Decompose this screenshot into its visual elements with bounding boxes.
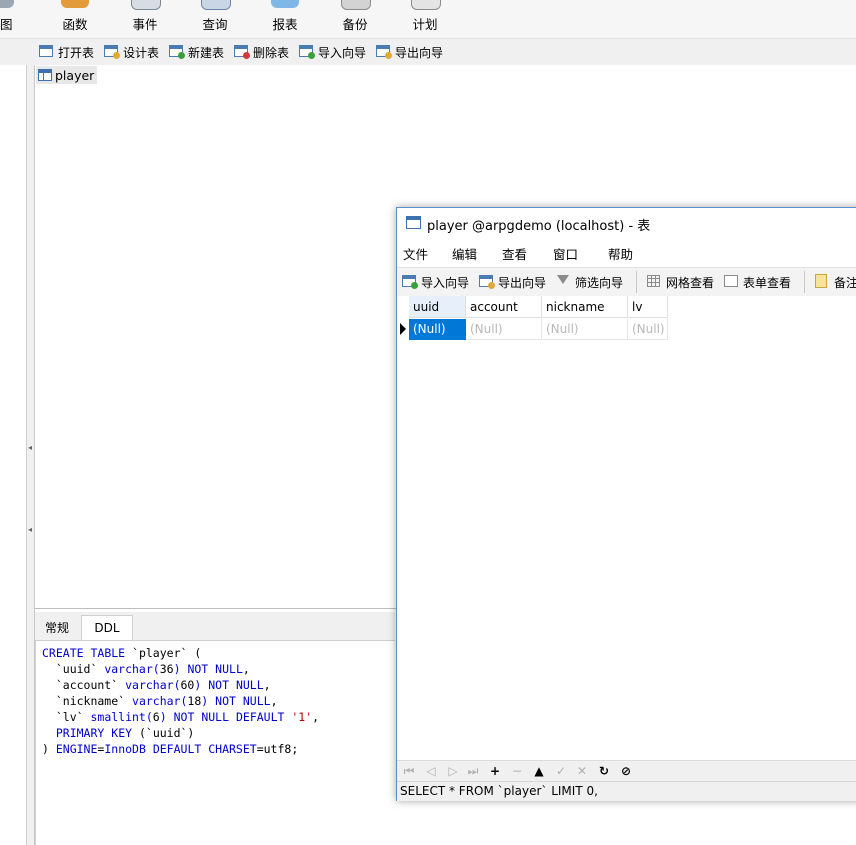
menu-help[interactable]: 帮助 — [608, 244, 633, 263]
event-icon — [131, 0, 161, 10]
apply-changes-icon[interactable]: ✓ — [553, 763, 569, 779]
toolbar-function-button[interactable]: 函数 — [43, 0, 107, 38]
toolbar-report-button[interactable]: 报表 — [253, 0, 317, 38]
current-row-indicator — [400, 323, 406, 335]
cell-nickname[interactable]: (Null) — [542, 319, 628, 340]
menu-bar: 文件 编辑 查看 窗口 帮助 — [397, 238, 856, 266]
table-window[interactable]: player @arpgdemo (localhost) - 表 文件 编辑 查… — [396, 207, 856, 801]
pane-splitter[interactable]: ◂ ◂ — [27, 65, 35, 845]
toolbar-view-button[interactable]: 视图 — [0, 0, 32, 38]
menu-view[interactable]: 查看 — [502, 244, 527, 263]
column-header-nickname[interactable]: nickname — [542, 296, 628, 318]
query-icon — [201, 0, 231, 10]
table-toolbar: 导入向导 导出向导 筛选向导 网格查看 表单查看 备注 — [397, 267, 856, 297]
main-toolbar: 视图 函数 事件 查询 报表 备份 计划 — [0, 0, 856, 38]
design-table-icon — [104, 45, 120, 59]
schedule-icon — [411, 0, 441, 10]
export-icon — [479, 275, 495, 289]
ddl-code: CREATE TABLE `player` ( `uuid` varchar(3… — [42, 646, 320, 756]
toolbar-separator — [804, 271, 805, 293]
open-table-icon — [39, 45, 53, 57]
form-icon — [724, 275, 738, 287]
tab-general[interactable]: 常规 — [37, 616, 77, 640]
grid-icon — [647, 275, 660, 287]
last-record-icon[interactable]: ⏭ — [465, 763, 481, 779]
refresh-icon[interactable]: ↻ — [596, 763, 612, 779]
table-item-player[interactable]: player player — [36, 66, 98, 84]
toolbar-event-button[interactable]: 事件 — [113, 0, 177, 38]
new-table-icon — [169, 45, 185, 59]
object-toolbar: 打开表 设计表 新建表 删除表 导入向导 导出向导 — [0, 38, 856, 66]
import-icon — [299, 45, 315, 59]
previous-record-icon[interactable]: ◁ — [423, 763, 439, 779]
function-icon — [61, 0, 89, 8]
toolbar-backup-button[interactable]: 备份 — [323, 0, 387, 38]
column-header-uuid[interactable]: uuid — [409, 296, 466, 318]
delete-record-icon[interactable]: − — [509, 763, 525, 779]
export-icon — [376, 45, 392, 59]
memo-icon — [815, 274, 827, 288]
collapse-right-icon[interactable]: ◂ — [28, 525, 32, 535]
cell-account[interactable]: (Null) — [466, 319, 542, 340]
first-record-icon[interactable]: ⏮ — [401, 763, 417, 779]
table-icon — [38, 69, 52, 81]
collapse-left-icon[interactable]: ◂ — [28, 443, 32, 453]
cell-uuid[interactable]: (Null) — [409, 319, 466, 340]
add-record-icon[interactable]: + — [487, 763, 503, 779]
record-navigation-bar: ⏮ ◁ ▷ ⏭ + − ▲ ✓ ✕ ↻ ⊘ — [397, 760, 856, 781]
menu-edit[interactable]: 编辑 — [452, 244, 477, 263]
toolbar-separator — [636, 271, 637, 293]
column-header-account[interactable]: account — [466, 296, 542, 318]
filter-icon — [557, 275, 569, 284]
toolbar-schedule-button[interactable]: 计划 — [393, 0, 457, 38]
column-header-lv[interactable]: lv — [628, 296, 668, 318]
info-tabs: 常规 DDL — [35, 612, 395, 641]
status-bar: SELECT * FROM `player` LIMIT 0, — [397, 781, 856, 801]
move-up-icon[interactable]: ▲ — [531, 763, 547, 779]
backup-icon — [341, 0, 371, 10]
view-icon — [0, 0, 14, 8]
stop-icon[interactable]: ⊘ — [618, 763, 634, 779]
window-title: player @arpgdemo (localhost) - 表 — [427, 219, 651, 234]
report-icon — [271, 0, 299, 8]
menu-window[interactable]: 窗口 — [553, 244, 578, 263]
next-record-icon[interactable]: ▷ — [445, 763, 461, 779]
toolbar-query-button[interactable]: 查询 — [183, 0, 247, 38]
menu-file[interactable]: 文件 — [403, 244, 428, 263]
navigation-pane[interactable] — [0, 65, 27, 845]
delete-table-icon — [234, 45, 250, 59]
window-title-bar[interactable]: player @arpgdemo (localhost) - 表 — [397, 208, 856, 238]
tab-ddl[interactable]: DDL — [81, 615, 133, 640]
ddl-pane[interactable]: CREATE TABLE `player` ( `uuid` varchar(3… — [35, 641, 396, 845]
table-icon — [406, 216, 421, 229]
data-grid[interactable]: uuid account nickname lv (Null) (Null) (… — [397, 296, 856, 760]
discard-changes-icon[interactable]: ✕ — [574, 763, 590, 779]
import-icon — [402, 275, 418, 289]
status-sql: SELECT * FROM `player` LIMIT 0, — [400, 784, 598, 798]
cell-lv[interactable]: (Null) — [628, 319, 668, 340]
table-item-label: player — [55, 68, 95, 83]
